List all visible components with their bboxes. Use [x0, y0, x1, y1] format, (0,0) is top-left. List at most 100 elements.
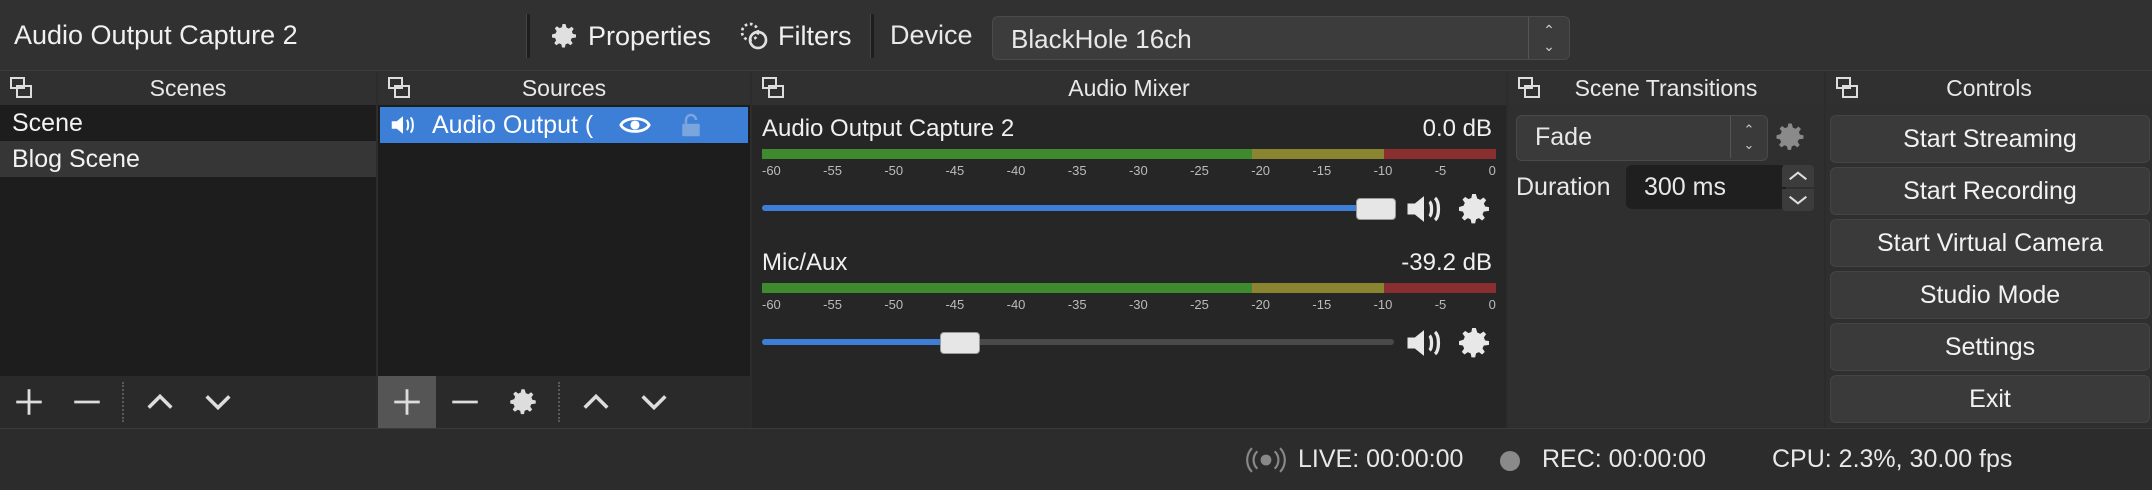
- meter-tick: -40: [1006, 163, 1026, 178]
- chevron-up-icon[interactable]: [1782, 165, 1814, 187]
- filters-label: Filters: [778, 20, 852, 51]
- toolbar-separator: [558, 382, 561, 422]
- meter-tick: -10: [1373, 297, 1393, 312]
- volume-slider-handle[interactable]: [940, 332, 980, 354]
- minus-icon: [74, 400, 100, 404]
- duration-label: Duration: [1516, 173, 1611, 201]
- filters-icon: [740, 22, 768, 50]
- duration-input[interactable]: 300 ms: [1626, 165, 1786, 209]
- gear-icon[interactable]: [1454, 323, 1494, 363]
- sources-toolbar: [378, 376, 750, 428]
- meter-tick: -35: [1067, 163, 1087, 178]
- scenes-toolbar: [0, 376, 376, 428]
- duration-stepper[interactable]: [1782, 165, 1814, 211]
- remove-source-button[interactable]: [436, 376, 494, 428]
- scene-item[interactable]: Scene: [0, 105, 376, 141]
- meter-green-zone: [762, 283, 1252, 293]
- status-bar: LIVE: 00:00:00 REC: 00:00:00 CPU: 2.3%, …: [0, 428, 2152, 490]
- move-scene-up-button[interactable]: [131, 376, 189, 428]
- settings-button[interactable]: Settings: [1830, 323, 2150, 371]
- meter-green-zone: [762, 149, 1252, 159]
- undock-icon[interactable]: [8, 75, 34, 101]
- sources-dock-title: Sources: [378, 71, 750, 105]
- cpu-fps: CPU: 2.3%, 30.00 fps: [1772, 445, 2013, 473]
- device-select[interactable]: BlackHole 16ch ⌃ ⌄: [992, 16, 1570, 60]
- remove-scene-button[interactable]: [58, 376, 116, 428]
- mixer-channels: Audio Output Capture 2 0.0 dB -60 -55 -50-…: [752, 105, 1506, 428]
- toolbar-divider: [526, 14, 530, 58]
- filters-button[interactable]: Filters: [738, 16, 852, 56]
- toolbar-separator: [122, 382, 125, 422]
- transition-value: Fade: [1535, 123, 1592, 151]
- rec-timer: REC: 00:00:00: [1542, 445, 1706, 473]
- undock-icon[interactable]: [386, 75, 412, 101]
- volume-slider-fill: [762, 339, 959, 345]
- mixer-channel-name: Audio Output Capture 2: [762, 115, 1015, 142]
- speaker-mute-icon[interactable]: [1402, 321, 1446, 365]
- move-source-down-button[interactable]: [625, 376, 683, 428]
- scene-transitions-dock-title: Scene Transitions: [1508, 71, 1824, 105]
- audio-mixer-title: Audio Mixer: [1068, 74, 1190, 101]
- toolbar-divider: [870, 14, 874, 58]
- scenes-list: Scene Blog Scene: [0, 105, 376, 376]
- chevron-up-icon: [147, 393, 173, 409]
- volume-slider[interactable]: [762, 332, 1394, 354]
- meter-tick: -60: [762, 163, 781, 178]
- volume-slider-fill: [762, 205, 1375, 211]
- volume-slider-handle[interactable]: [1356, 198, 1396, 220]
- live-broadcast-icon: [1246, 447, 1286, 473]
- source-item-selected[interactable]: Audio Output (: [380, 107, 748, 143]
- gear-icon[interactable]: [1772, 119, 1808, 155]
- meter-tick: -15: [1312, 163, 1332, 178]
- speaker-mute-icon[interactable]: [1402, 187, 1446, 231]
- studio-mode-button[interactable]: Studio Mode: [1830, 271, 2150, 319]
- volume-slider[interactable]: [762, 198, 1396, 220]
- move-source-up-button[interactable]: [567, 376, 625, 428]
- add-source-button[interactable]: [378, 376, 436, 428]
- scene-item-selected[interactable]: Blog Scene: [0, 141, 376, 177]
- meter-tick: -35: [1067, 297, 1087, 312]
- start-virtual-camera-button[interactable]: Start Virtual Camera: [1830, 219, 2150, 267]
- lock-icon[interactable]: [676, 110, 706, 140]
- controls-title: Controls: [1946, 74, 2032, 101]
- chevron-down-icon[interactable]: [1782, 189, 1814, 211]
- exit-button[interactable]: Exit: [1830, 375, 2150, 423]
- meter-tick: -20: [1251, 297, 1271, 312]
- move-scene-down-button[interactable]: [189, 376, 247, 428]
- meter-tick: -25: [1190, 297, 1209, 312]
- gear-icon[interactable]: [1454, 189, 1494, 229]
- visibility-eye-icon[interactable]: [618, 108, 652, 142]
- meter-tick: 0: [1488, 163, 1496, 178]
- meter-tick: -55: [823, 163, 842, 178]
- chevron-down-icon: [641, 395, 667, 411]
- start-streaming-button[interactable]: Start Streaming: [1830, 115, 2150, 163]
- sources-title: Sources: [521, 74, 607, 101]
- undock-icon[interactable]: [1516, 75, 1542, 101]
- scenes-dock-title: Scenes: [0, 71, 376, 105]
- device-value: BlackHole 16ch: [1011, 24, 1192, 54]
- audio-mixer-dock-title: Audio Mixer: [752, 71, 1506, 105]
- meter-tick: -25: [1190, 163, 1209, 178]
- selected-source-name: Audio Output Capture 2: [14, 20, 298, 50]
- undock-icon[interactable]: [760, 75, 786, 101]
- properties-button[interactable]: Properties: [548, 16, 711, 56]
- plus-icon: [16, 389, 42, 415]
- plus-icon: [394, 389, 420, 415]
- gear-icon: [552, 24, 576, 48]
- transition-select[interactable]: Fade ⌃ ⌄: [1516, 115, 1768, 161]
- meter-scale: -60 -55 -50 -45 -40 -35 -30 -25 -20 -15 -10 -5 0: [762, 163, 1496, 179]
- speaker-icon: [391, 116, 414, 134]
- volume-meter: [762, 149, 1496, 159]
- meter-tick: -45: [945, 297, 965, 312]
- meter-tick: -15: [1312, 297, 1332, 312]
- scene-transitions-title: Scene Transitions: [1574, 74, 1758, 101]
- undock-icon[interactable]: [1834, 75, 1860, 101]
- add-scene-button[interactable]: [0, 376, 58, 428]
- properties-label: Properties: [588, 20, 712, 51]
- chevron-up-down-icon: ⌃ ⌄: [1528, 17, 1569, 59]
- scenes-title: Scenes: [149, 74, 227, 101]
- source-properties-button[interactable]: [494, 376, 552, 428]
- start-recording-button[interactable]: Start Recording: [1830, 167, 2150, 215]
- meter-tick: -50: [884, 297, 904, 312]
- meter-tick: -40: [1006, 297, 1026, 312]
